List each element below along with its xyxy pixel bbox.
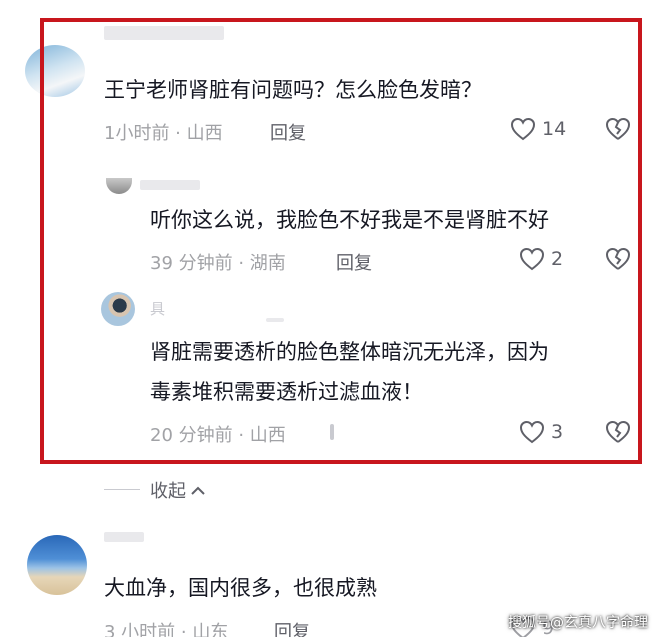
collapse-divider bbox=[104, 489, 140, 490]
reply-text-line: 毒素堆积需要透析过滤血液！ bbox=[150, 380, 423, 404]
broken-heart-icon[interactable] bbox=[605, 117, 631, 141]
like-count: 14 bbox=[542, 118, 567, 140]
comment-time-location: 3 小时前 · 山东 bbox=[104, 622, 229, 637]
broken-heart-icon[interactable] bbox=[605, 247, 631, 271]
like-button[interactable]: 14 bbox=[510, 117, 566, 141]
watermark: 搜狐号@玄真八字命理 bbox=[508, 615, 648, 631]
like-button[interactable]: 3 bbox=[519, 420, 563, 444]
avatar[interactable] bbox=[27, 535, 87, 595]
reply-button[interactable]: 回复 bbox=[270, 119, 306, 145]
like-count: 3 bbox=[551, 421, 564, 443]
heart-icon bbox=[519, 420, 545, 444]
avatar[interactable] bbox=[101, 292, 135, 326]
comment-text: 王宁老师肾脏有问题吗？怎么脸色发暗？ bbox=[104, 78, 482, 102]
avatar[interactable] bbox=[106, 178, 132, 194]
reply-time-location: 20 分钟前 · 山西 bbox=[150, 425, 286, 446]
avatar[interactable] bbox=[25, 45, 85, 97]
broken-heart-icon[interactable] bbox=[605, 420, 631, 444]
like-button[interactable]: 2 bbox=[519, 247, 563, 271]
username-faded[interactable] bbox=[266, 318, 284, 322]
chevron-up-icon bbox=[191, 486, 205, 495]
collapse-replies-button[interactable]: 收起 bbox=[150, 477, 206, 503]
username-faded[interactable] bbox=[104, 26, 224, 40]
reply-text-line: 肾脏需要透析的脸色整体暗沉无光泽，因为 bbox=[150, 340, 549, 364]
username-faded[interactable] bbox=[140, 180, 200, 190]
username-faded[interactable] bbox=[104, 532, 144, 542]
reply-button-faded[interactable] bbox=[330, 424, 334, 440]
reply-button[interactable]: 回复 bbox=[336, 249, 372, 275]
like-count: 2 bbox=[551, 248, 564, 270]
comment-time-location: 1小时前 · 山西 bbox=[104, 123, 223, 144]
comment-text: 大血净，国内很多，也很成熟 bbox=[104, 576, 377, 600]
reply-time-location: 39 分钟前 · 湖南 bbox=[150, 253, 286, 274]
reply-text: 听你这么说，我脸色不好我是不是肾脏不好 bbox=[150, 208, 549, 232]
username-partial[interactable]: 具 bbox=[150, 298, 165, 319]
reply-button[interactable]: 回复 bbox=[274, 618, 310, 637]
heart-icon bbox=[510, 117, 536, 141]
collapse-label: 收起 bbox=[150, 481, 186, 502]
heart-icon bbox=[519, 247, 545, 271]
